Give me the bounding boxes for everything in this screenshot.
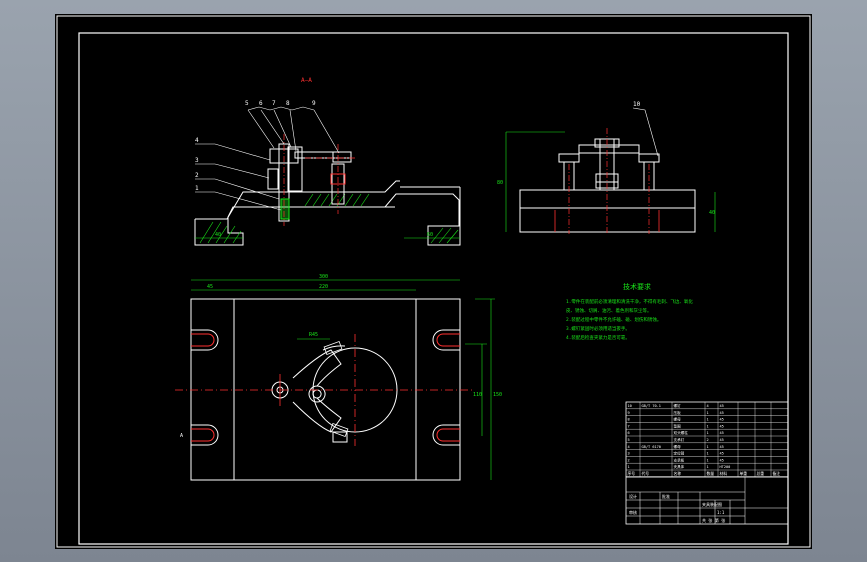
- parts-cell: 夹具体: [674, 464, 685, 469]
- parts-header-cell: 单重: [740, 471, 748, 476]
- parts-cell: 螺钉: [674, 403, 682, 408]
- title-designer: 设计: [629, 493, 637, 499]
- cad-drawing-canvas: A—A 5 6 7 8 9 4 3 2 1 40 60 10 80 40 A 3…: [55, 14, 812, 549]
- dim-arc-radius: R45: [309, 332, 318, 338]
- callout-right: 10: [633, 101, 641, 108]
- parts-cell: 定位销: [674, 451, 685, 456]
- front-section-view: A—A 5 6 7 8 9 4 3 2 1 40 60: [194, 77, 461, 246]
- dim-overall-width: 300: [319, 274, 328, 280]
- parts-cell: 1: [707, 445, 709, 449]
- callout-top-1: 5: [245, 100, 249, 107]
- parts-cell: 压板: [674, 410, 682, 415]
- parts-header-cell: 代号: [642, 471, 650, 476]
- parts-cell: 45: [720, 445, 724, 449]
- parts-cell: GB/T 70.1: [642, 404, 661, 408]
- parts-cell: 4: [707, 404, 709, 408]
- callout-left-4: 1: [195, 185, 199, 192]
- title-scale: 1:1: [717, 510, 725, 515]
- parts-cell: 1: [707, 465, 709, 469]
- parts-cell: 45: [720, 411, 724, 415]
- parts-cell: 8: [628, 418, 630, 422]
- parts-cell: 45: [720, 458, 724, 462]
- parts-cell: HT200: [720, 465, 731, 469]
- parts-cell: 45: [720, 418, 724, 422]
- parts-cell: 45: [720, 431, 724, 435]
- callout-top-4: 8: [286, 100, 290, 107]
- tech-req-line-4: 3.螺钉紧固时必须用适当扳手。: [566, 325, 630, 332]
- technical-requirements: 技术要求 1.零件在装配前必须清理和清洗干净，不得有毛刺、飞边、氧化 皮、锈蚀、…: [566, 282, 693, 341]
- tech-req-line-5: 4.装配后检查夹紧力是否可靠。: [566, 334, 630, 341]
- dim-base-right: 60: [427, 232, 433, 238]
- parts-cell: 3: [628, 452, 630, 456]
- outer-frame: [56, 15, 811, 548]
- view-label: A—A: [301, 77, 312, 84]
- parts-cell: 1: [707, 418, 709, 422]
- dim-side-base: 40: [709, 210, 715, 216]
- section-marker: A: [180, 433, 183, 439]
- title-block: 设计 审核 批准 夹具装配图 1:1 共 张 第 张: [625, 476, 789, 525]
- callout-top-2: 6: [259, 100, 263, 107]
- parts-cell: 45: [720, 404, 724, 408]
- parts-cell: 45: [720, 438, 724, 442]
- callout-left-3: 2: [195, 172, 199, 179]
- parts-header-cell: 备注: [773, 471, 781, 476]
- parts-cell: 1: [707, 411, 709, 415]
- dim-base-left: 40: [215, 232, 221, 238]
- parts-header-cell: 数量: [707, 471, 715, 476]
- title-checker: 审核: [629, 509, 637, 515]
- callout-left-1: 4: [195, 137, 199, 144]
- tech-req-line-1: 1.零件在装配前必须清理和清洗干净，不得有毛刺、飞边、氧化: [566, 298, 693, 305]
- dim-side-height: 80: [497, 180, 503, 186]
- tech-req-line-2: 皮、锈蚀、切屑、油污、着色剂和灰尘等。: [566, 307, 652, 314]
- tech-req-title: 技术要求: [623, 282, 651, 291]
- dim-left-offset: 45: [207, 284, 213, 290]
- parts-cell: 螺母: [674, 417, 682, 422]
- parts-cell: 1: [707, 431, 709, 435]
- parts-cell: 5: [628, 438, 630, 442]
- parts-cell: 螺母: [674, 444, 682, 449]
- dim-height-right: 150: [493, 392, 502, 398]
- parts-cell: 45: [720, 424, 724, 428]
- parts-table: 10 GB/T 70.1 螺钉 4 459 压板 1 458 螺母 1 457 垫圈 1 456 双头螺柱 1…: [625, 401, 789, 478]
- parts-header-cell: 材料: [720, 471, 728, 476]
- parts-cell: 45: [720, 452, 724, 456]
- parts-cell: 支承板: [674, 457, 685, 462]
- title-name: 夹具装配图: [702, 501, 722, 507]
- parts-cell: 2: [628, 458, 630, 462]
- parts-cell: 10: [628, 404, 632, 408]
- parts-cell: GB/T 6170: [642, 445, 661, 449]
- side-view: 10 80 40: [497, 101, 716, 234]
- callout-left-2: 3: [195, 157, 199, 164]
- title-sheet: 共 张 第 张: [702, 517, 725, 523]
- parts-cell: 7: [628, 424, 630, 428]
- top-plan-view: A 300 220 45 R45 150 110: [175, 274, 502, 481]
- parts-cell: 1: [707, 424, 709, 428]
- parts-cell: 2: [707, 438, 709, 442]
- parts-cell: 垫圈: [674, 423, 682, 428]
- parts-cell: 支承钉: [674, 437, 685, 442]
- dim-height-inner: 110: [473, 392, 482, 398]
- parts-cell: 9: [628, 411, 630, 415]
- dim-inner-width: 220: [319, 284, 328, 290]
- parts-cell: 双头螺柱: [674, 430, 689, 435]
- parts-cell: 1: [707, 452, 709, 456]
- parts-cell: 4: [628, 445, 630, 449]
- parts-cell: 1: [707, 458, 709, 462]
- parts-cell: 1: [628, 465, 630, 469]
- parts-header-cell: 序号: [628, 471, 636, 476]
- assembly-drawing: A—A 5 6 7 8 9 4 3 2 1 40 60 10 80 40 A 3…: [56, 15, 811, 548]
- title-approver: 批准: [662, 493, 670, 499]
- parts-cell: 6: [628, 431, 630, 435]
- callout-top-5: 9: [312, 100, 316, 107]
- parts-header-cell: 名称: [674, 471, 682, 476]
- callout-top-3: 7: [272, 100, 276, 107]
- tech-req-line-3: 2.装配过程中零件不允许磕、碰、划伤和锈蚀。: [566, 316, 661, 323]
- parts-header-cell: 总重: [757, 471, 765, 476]
